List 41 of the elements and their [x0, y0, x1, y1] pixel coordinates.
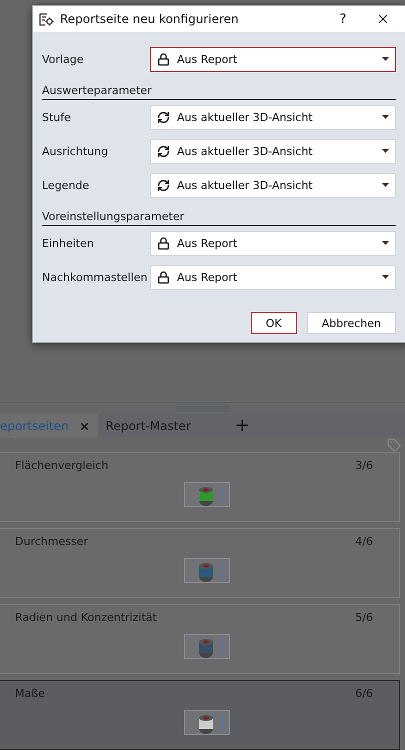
- caret-icon: [382, 183, 389, 187]
- dialog-title: Reportseite neu konfigurieren: [60, 12, 240, 26]
- page-title: Durchmesser: [15, 534, 88, 548]
- lock-icon: [157, 270, 170, 284]
- dropdown[interactable]: Aus Report: [150, 46, 396, 72]
- caret-icon: [382, 149, 389, 153]
- field-label: Stufe: [42, 110, 72, 124]
- page-number: 3/6: [355, 458, 373, 472]
- close-icon[interactable]: [78, 420, 90, 432]
- page-title: Maße: [15, 686, 45, 700]
- page-number: 5/6: [355, 610, 373, 624]
- field-label: Vorlage: [42, 52, 84, 66]
- caret-icon: [382, 115, 389, 119]
- field-label: Einheiten: [42, 236, 95, 250]
- dialog-button[interactable]: OK: [250, 312, 297, 334]
- caret-icon: [382, 241, 389, 245]
- lock-icon: [157, 52, 170, 66]
- dropdown[interactable]: Aus Report: [150, 264, 396, 290]
- caret-icon: [382, 275, 389, 279]
- settings-page-icon: [39, 12, 54, 26]
- dropdown[interactable]: Aus aktueller 3D-Ansicht: [150, 172, 396, 198]
- dialog-button[interactable]: Abbrechen: [306, 312, 396, 334]
- help-button[interactable]: ?: [326, 6, 360, 32]
- page-number: 4/6: [355, 534, 373, 548]
- section-heading: Voreinstellungsparameter: [42, 210, 184, 223]
- dropdown[interactable]: Aus Report: [150, 230, 396, 256]
- lock-icon: [157, 236, 170, 250]
- field-label: Nachkommastellen: [42, 270, 149, 284]
- field-label: Ausrichtung: [42, 144, 110, 158]
- page-title: Radien und Konzentrizität: [15, 610, 157, 624]
- page-number: 6/6: [355, 686, 373, 700]
- close-icon: [376, 12, 390, 26]
- dropdown[interactable]: Aus aktueller 3D-Ansicht: [150, 138, 396, 164]
- refresh-icon: [157, 178, 170, 192]
- field-label: Legende: [42, 178, 90, 192]
- section-heading: Auswerteparameter: [42, 84, 152, 97]
- refresh-icon: [157, 110, 170, 124]
- refresh-icon: [157, 144, 170, 158]
- caret-icon: [382, 57, 389, 61]
- page-title: Flächenvergleich: [15, 458, 108, 472]
- dropdown[interactable]: Aus aktueller 3D-Ansicht: [150, 104, 396, 130]
